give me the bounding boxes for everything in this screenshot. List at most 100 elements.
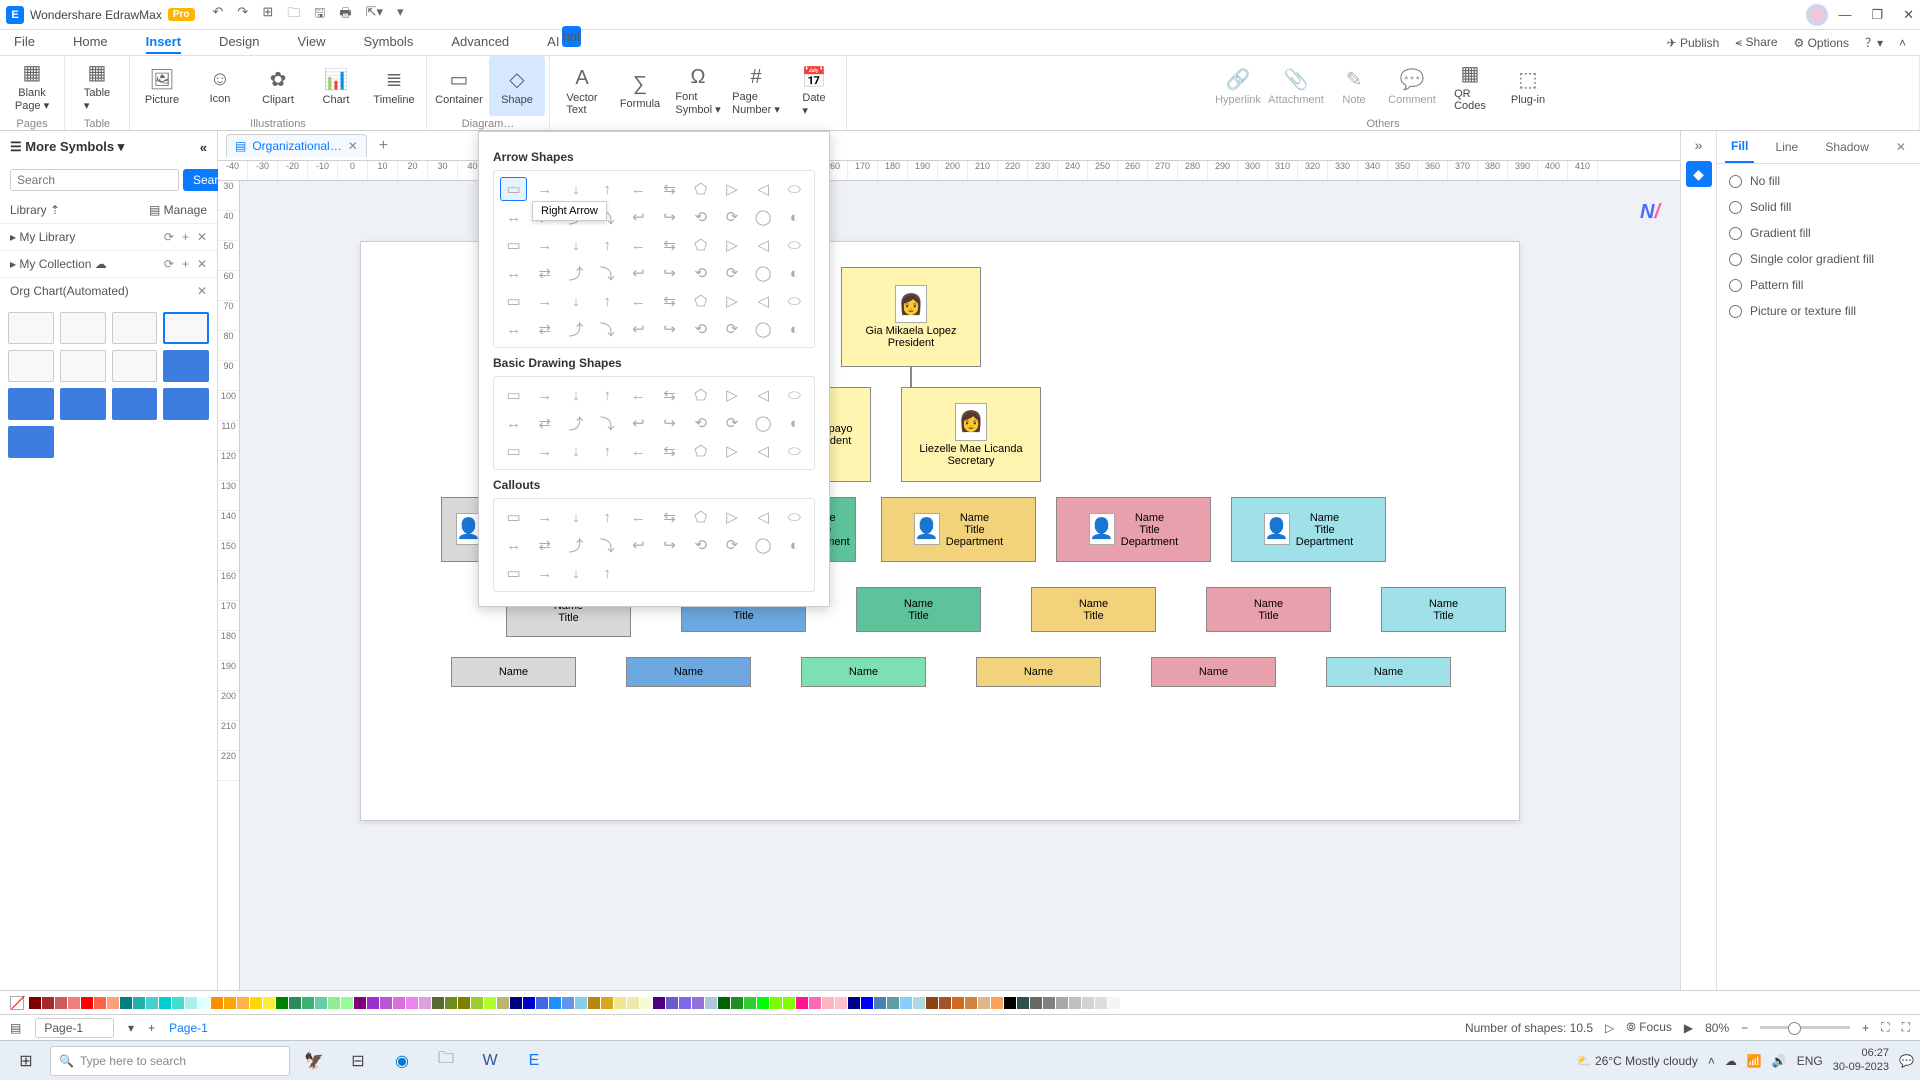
shape-option[interactable]: ⇆ xyxy=(656,383,683,407)
wifi-icon[interactable]: 📶 xyxy=(1747,1054,1762,1068)
color-swatch[interactable] xyxy=(614,997,626,1009)
color-swatch[interactable] xyxy=(770,997,782,1009)
color-swatch[interactable] xyxy=(913,997,925,1009)
shape-option[interactable]: ↑ xyxy=(594,383,621,407)
shape-option[interactable]: ▷ xyxy=(718,439,745,463)
color-swatch[interactable] xyxy=(965,997,977,1009)
shape-option[interactable]: ↪ xyxy=(656,533,683,557)
shape-option[interactable]: ⤴ xyxy=(562,411,589,435)
shape-option[interactable]: ↩ xyxy=(625,317,652,341)
vector-text-button[interactable]: AVector Text xyxy=(554,61,610,121)
shape-option[interactable]: → xyxy=(531,439,558,463)
redo-icon[interactable]: ↷ xyxy=(237,4,248,26)
color-swatch[interactable] xyxy=(575,997,587,1009)
comment-button[interactable]: 💬Comment xyxy=(1384,56,1440,116)
color-swatch[interactable] xyxy=(432,997,444,1009)
shape-option[interactable]: ⬭ xyxy=(781,233,808,257)
color-swatch[interactable] xyxy=(380,997,392,1009)
shape-option[interactable]: ⟳ xyxy=(718,261,745,285)
color-swatch[interactable] xyxy=(640,997,652,1009)
shape-option[interactable]: ↑ xyxy=(594,505,621,529)
shape-option[interactable]: ↑ xyxy=(594,177,621,201)
symbol-search-input[interactable] xyxy=(10,169,179,191)
org-node[interactable]: 👤NameTitleDepartment xyxy=(1231,497,1386,562)
weather-widget[interactable]: ⛅ 26°C Mostly cloudy xyxy=(1577,1054,1698,1068)
qr-codes-button[interactable]: ▦QR Codes xyxy=(1442,56,1498,116)
color-swatch[interactable] xyxy=(146,997,158,1009)
play-icon[interactable]: ▷ xyxy=(1605,1021,1614,1035)
color-swatch[interactable] xyxy=(1069,997,1081,1009)
shape-option[interactable]: ↔ xyxy=(500,317,527,341)
mylib-close-icon[interactable]: ✕ xyxy=(197,230,207,244)
shape-option[interactable]: → xyxy=(531,289,558,313)
shape-option[interactable]: ↑ xyxy=(594,561,621,585)
color-swatch[interactable] xyxy=(1082,997,1094,1009)
taskbar-search[interactable]: 🔍 Type here to search xyxy=(50,1046,290,1076)
color-swatch[interactable] xyxy=(42,997,54,1009)
shape-option[interactable]: ⇄ xyxy=(531,411,558,435)
shadow-tab[interactable]: Shadow xyxy=(1819,132,1874,162)
format-tool-icon[interactable]: ◆ xyxy=(1686,161,1712,187)
color-swatch[interactable] xyxy=(172,997,184,1009)
shape-option[interactable]: ↪ xyxy=(656,205,683,229)
color-swatch[interactable] xyxy=(1043,997,1055,1009)
shape-option[interactable]: ⬠ xyxy=(687,177,714,201)
add-page-button[interactable]: + xyxy=(148,1021,155,1035)
plugin-button[interactable]: ⬚Plug-in xyxy=(1500,56,1556,116)
color-swatch[interactable] xyxy=(835,997,847,1009)
manage-button[interactable]: ▤ Manage xyxy=(149,203,207,217)
shape-option[interactable]: ⤵ xyxy=(594,411,621,435)
symbol-thumb[interactable] xyxy=(8,426,54,458)
color-swatch[interactable] xyxy=(315,997,327,1009)
page-number-button[interactable]: #Page Number ▾ xyxy=(728,61,784,121)
color-swatch[interactable] xyxy=(471,997,483,1009)
shape-option[interactable]: ▷ xyxy=(718,177,745,201)
color-swatch[interactable] xyxy=(302,997,314,1009)
qat-more-icon[interactable]: ▾ xyxy=(397,4,404,26)
tab-file[interactable]: File xyxy=(14,31,35,54)
word-icon[interactable]: W xyxy=(470,1045,510,1077)
color-swatch[interactable] xyxy=(874,997,886,1009)
help-icon[interactable]: ？▾ xyxy=(1865,34,1883,51)
shape-option[interactable]: → xyxy=(531,383,558,407)
color-swatch[interactable] xyxy=(1056,997,1068,1009)
export-icon[interactable]: ⇱▾ xyxy=(366,4,383,26)
chart-button[interactable]: 📊Chart xyxy=(308,56,364,116)
mylib-add-icon[interactable]: + xyxy=(182,230,189,244)
shape-option[interactable]: ⬠ xyxy=(687,439,714,463)
color-swatch[interactable] xyxy=(1121,997,1133,1009)
shape-option[interactable]: ◯ xyxy=(750,205,777,229)
close-panel-icon[interactable]: ✕ xyxy=(1890,132,1912,162)
color-swatch[interactable] xyxy=(81,997,93,1009)
shape-option[interactable]: ◯ xyxy=(750,533,777,557)
org-node[interactable]: Name xyxy=(976,657,1101,687)
color-swatch[interactable] xyxy=(159,997,171,1009)
color-swatch[interactable] xyxy=(185,997,197,1009)
color-swatch[interactable] xyxy=(796,997,808,1009)
start-button[interactable]: ⊞ xyxy=(6,1045,46,1077)
collapse-left-icon[interactable]: « xyxy=(200,140,207,155)
shape-option[interactable]: ← xyxy=(625,439,652,463)
color-swatch[interactable] xyxy=(588,997,600,1009)
shape-option[interactable]: ⟲ xyxy=(687,317,714,341)
color-swatch[interactable] xyxy=(328,997,340,1009)
shape-option[interactable]: ◐ xyxy=(781,317,808,341)
color-swatch[interactable] xyxy=(354,997,366,1009)
date-button[interactable]: 📅Date ▾ xyxy=(786,61,842,121)
color-swatch[interactable] xyxy=(653,997,665,1009)
color-swatch[interactable] xyxy=(1095,997,1107,1009)
volume-icon[interactable]: 🔊 xyxy=(1772,1054,1787,1068)
color-swatch[interactable] xyxy=(692,997,704,1009)
color-swatch[interactable] xyxy=(900,997,912,1009)
shape-option[interactable]: ↓ xyxy=(562,177,589,201)
shape-option[interactable]: ◁ xyxy=(750,383,777,407)
color-swatch[interactable] xyxy=(484,997,496,1009)
symbol-thumb[interactable] xyxy=(8,312,54,344)
color-swatch[interactable] xyxy=(848,997,860,1009)
blank-page-button[interactable]: ▦Blank Page ▾ xyxy=(4,56,60,116)
org-node-president[interactable]: 👩 Gia Mikaela Lopez President xyxy=(841,267,981,367)
shape-option[interactable]: ⬭ xyxy=(781,289,808,313)
shape-option[interactable]: ⇆ xyxy=(656,505,683,529)
color-swatch[interactable] xyxy=(367,997,379,1009)
mycol-refresh-icon[interactable]: ⟳ xyxy=(164,257,174,271)
